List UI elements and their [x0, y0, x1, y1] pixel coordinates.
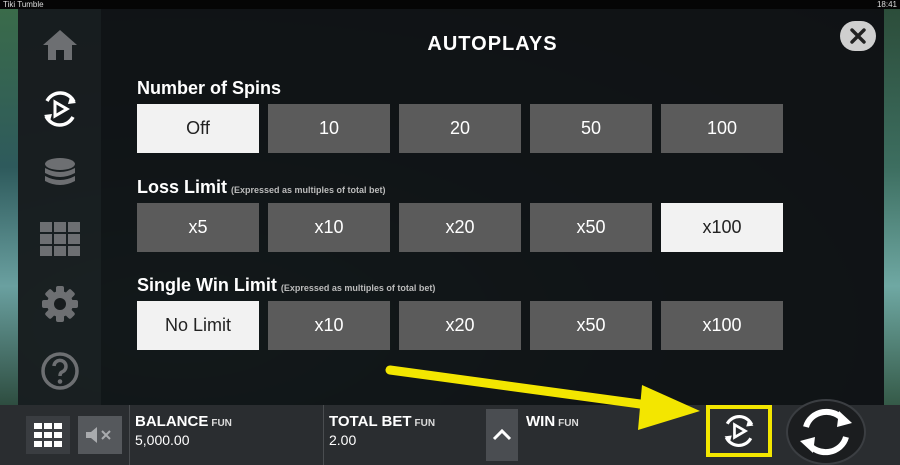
autoplay-icon — [724, 414, 754, 448]
balance-label: BALANCE FUN — [135, 413, 232, 430]
game-background-right — [884, 9, 900, 405]
win-limit-option-x50[interactable]: x50 — [530, 301, 652, 350]
menu-grid-icon — [34, 423, 62, 447]
game-background-left — [0, 9, 18, 405]
app-title: Tiki Tumble — [3, 0, 44, 9]
divider — [129, 405, 130, 465]
loss-limit-section-label: Loss Limit (Expressed as multiples of tot… — [137, 177, 386, 198]
spins-option-50[interactable]: 50 — [530, 104, 652, 153]
loss-limit-option-x10[interactable]: x10 — [268, 203, 390, 252]
spin-arrows-icon — [800, 408, 852, 456]
sidebar-item-autoplay[interactable] — [38, 87, 82, 131]
sidebar — [18, 9, 101, 405]
coins-icon — [45, 158, 75, 185]
spins-option-off[interactable]: Off — [137, 104, 259, 153]
sidebar-item-paytable[interactable] — [38, 217, 82, 261]
loss-limit-option-x100[interactable]: x100 — [661, 203, 783, 252]
bottom-bar: BALANCE FUN 5,000.00 TOTAL BET FUN 2.00 WI… — [0, 399, 900, 465]
gear-icon — [42, 286, 78, 322]
autoplay-icon — [44, 91, 76, 127]
win-limit-option-no-limit[interactable]: No Limit — [137, 301, 259, 350]
home-icon — [43, 30, 77, 60]
win-limit-section-label: Single Win Limit (Expressed as multiples … — [137, 275, 435, 296]
clock: 18:41 — [876, 0, 897, 9]
close-icon — [850, 28, 866, 44]
win-limit-option-x100[interactable]: x100 — [661, 301, 783, 350]
win-limit-label: Single Win Limit — [137, 275, 277, 295]
panel-title: AUTOPLAYS — [427, 33, 558, 55]
spin-button[interactable] — [786, 399, 866, 465]
autoplay-panel: AUTOPLAYS Number of Spins Off 10 20 50 1… — [101, 9, 884, 405]
total-bet-label: TOTAL BET FUN — [329, 413, 435, 430]
win-limit-option-x10[interactable]: x10 — [268, 301, 390, 350]
menu-button[interactable] — [26, 416, 70, 454]
increase-bet-button[interactable] — [486, 409, 518, 461]
spins-label: Number of Spins — [137, 78, 282, 98]
sidebar-item-home[interactable] — [38, 23, 82, 67]
close-button[interactable] — [840, 21, 876, 51]
os-status-bar: Tiki Tumble 18:41 — [0, 0, 900, 9]
total-bet-value: 2.00 — [329, 432, 357, 448]
spins-option-10[interactable]: 10 — [268, 104, 390, 153]
sidebar-item-settings[interactable] — [38, 282, 82, 326]
total-bet-unit: FUN — [414, 418, 436, 429]
chevron-up-icon — [492, 428, 512, 441]
help-icon — [41, 352, 79, 390]
sidebar-item-help[interactable] — [38, 349, 82, 393]
win-limit-option-x20[interactable]: x20 — [399, 301, 521, 350]
win-unit: FUN — [558, 418, 579, 429]
mute-button[interactable] — [78, 416, 122, 454]
spins-option-20[interactable]: 20 — [399, 104, 521, 153]
total-bet-label-text: TOTAL BET — [329, 413, 412, 430]
autoplay-button[interactable] — [706, 405, 772, 457]
spins-section-label: Number of Spins — [137, 78, 281, 99]
loss-limit-option-x5[interactable]: x5 — [137, 203, 259, 252]
balance-value: 5,000.00 — [135, 432, 190, 448]
win-label: WIN FUN — [526, 413, 579, 430]
sidebar-item-bet[interactable] — [38, 152, 82, 196]
balance-unit: FUN — [211, 418, 232, 429]
win-limit-note: (Expressed as multiples of total bet) — [280, 283, 436, 293]
loss-limit-option-x50[interactable]: x50 — [530, 203, 652, 252]
speaker-muted-icon — [86, 427, 111, 443]
spins-option-100[interactable]: 100 — [661, 104, 783, 153]
loss-limit-option-x20[interactable]: x20 — [399, 203, 521, 252]
divider — [323, 405, 324, 465]
loss-limit-note: (Expressed as multiples of total bet) — [231, 185, 386, 195]
loss-limit-label: Loss Limit — [137, 177, 228, 197]
win-label-text: WIN — [526, 413, 556, 430]
balance-label-text: BALANCE — [135, 413, 209, 430]
paytable-grid-icon — [40, 222, 80, 256]
